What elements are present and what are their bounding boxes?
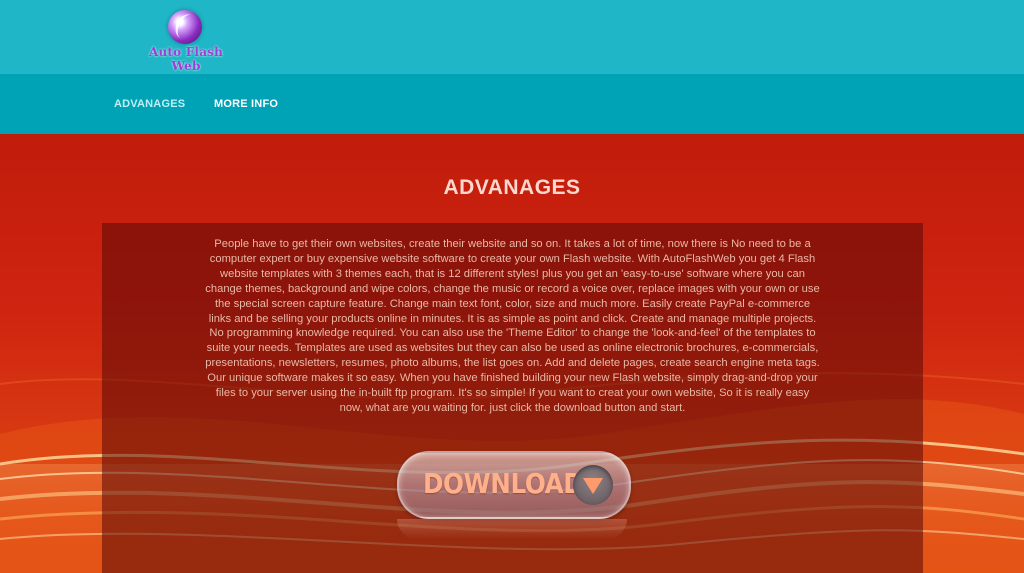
body-text: People have to get their own websites, c… <box>205 238 820 414</box>
page-title: ADVANAGES <box>443 176 581 199</box>
globe-icon <box>168 10 202 44</box>
download-button[interactable]: DOWNLOAD <box>397 451 631 519</box>
logo-text: Auto Flash Web <box>148 45 224 73</box>
site-logo[interactable]: Auto Flash Web <box>136 8 236 73</box>
nav-item-more-info[interactable]: MORE INFO <box>214 98 278 110</box>
nav-item-advanages[interactable]: ADVANAGES <box>114 98 185 110</box>
download-label: DOWNLOAD <box>423 467 584 500</box>
main-nav: ADVANAGES MORE INFO <box>0 74 1024 135</box>
arrow-down-icon <box>573 465 613 505</box>
top-header: Auto Flash Web <box>0 0 1024 74</box>
button-reflection <box>397 519 627 539</box>
content-panel: People have to get their own websites, c… <box>102 223 923 573</box>
hero-section: ADVANAGES People have to get their own w… <box>0 134 1024 573</box>
